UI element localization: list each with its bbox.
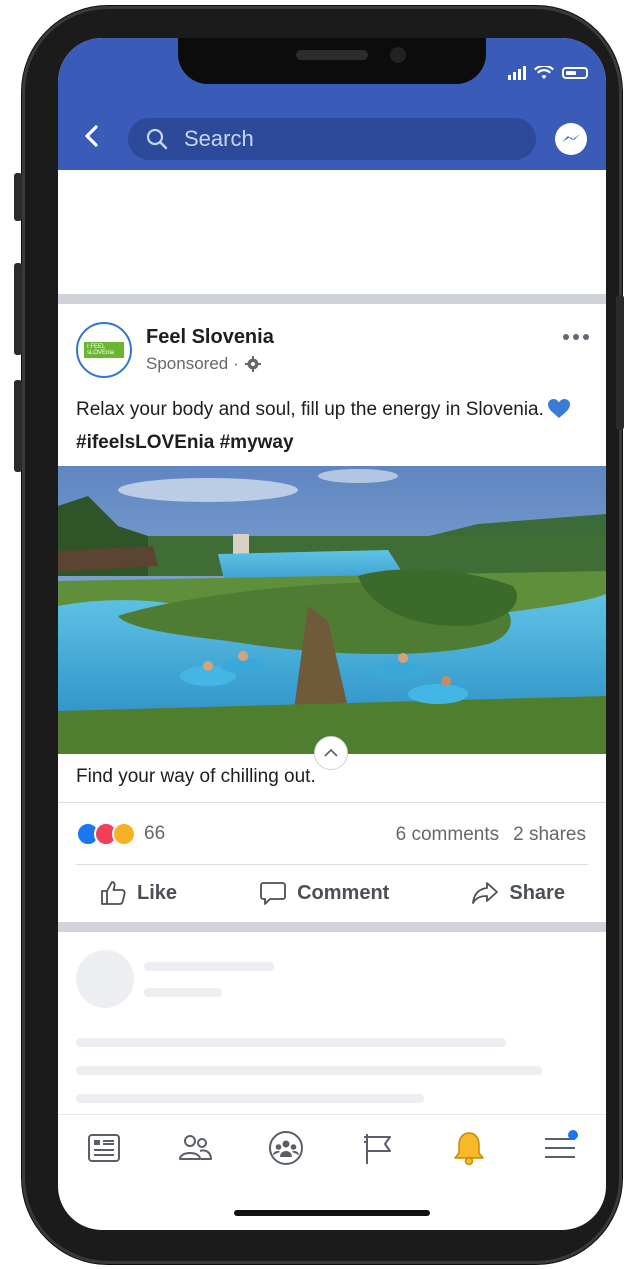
section-divider bbox=[58, 922, 606, 932]
like-label: Like bbox=[137, 881, 178, 904]
chevron-up-icon bbox=[324, 748, 338, 757]
post-body: Relax your body and soul, fill up the en… bbox=[76, 399, 544, 420]
battery-icon bbox=[562, 67, 588, 79]
tab-notifications[interactable] bbox=[449, 1128, 489, 1168]
app-header: Search bbox=[58, 38, 606, 170]
skeleton-line bbox=[76, 1038, 506, 1047]
reaction-summary[interactable]: 66 bbox=[76, 822, 165, 846]
skeleton-line bbox=[144, 988, 222, 997]
like-button[interactable]: Like bbox=[99, 879, 177, 907]
pages-flag-icon bbox=[363, 1134, 391, 1164]
tab-groups[interactable] bbox=[266, 1128, 306, 1168]
volume-up-button bbox=[14, 263, 22, 355]
bottom-tab-bar bbox=[58, 1114, 606, 1181]
blue-heart-icon bbox=[547, 399, 570, 418]
skeleton-line bbox=[76, 1066, 542, 1075]
post-actions: Like Comment Share bbox=[58, 864, 606, 922]
groups-icon bbox=[269, 1131, 304, 1165]
post-stats: 6 comments 2 shares bbox=[396, 824, 586, 846]
divider bbox=[58, 802, 606, 803]
page-avatar[interactable]: I FEEL sLOVEnia bbox=[76, 322, 132, 378]
post-photo-waterpark[interactable] bbox=[58, 466, 606, 754]
comment-button[interactable]: Comment bbox=[259, 879, 389, 907]
wow-reaction-icon bbox=[112, 822, 136, 846]
section-divider bbox=[58, 294, 606, 304]
notch bbox=[178, 38, 486, 84]
tab-pages[interactable] bbox=[358, 1128, 398, 1168]
composer-area bbox=[58, 170, 606, 294]
share-label: Share bbox=[509, 881, 565, 904]
power-button bbox=[616, 295, 624, 430]
messenger-icon[interactable] bbox=[554, 122, 588, 156]
speaker bbox=[296, 50, 368, 60]
front-camera bbox=[390, 47, 406, 63]
feel-slovenia-logo: I FEEL sLOVEnia bbox=[84, 342, 124, 358]
skeleton-line bbox=[76, 1094, 424, 1103]
shares-count[interactable]: 2 shares bbox=[513, 824, 586, 846]
phone-screen: Search I FEEL sLOVEnia Feel Slovenia Spon… bbox=[58, 38, 606, 1230]
page-name[interactable]: Feel Slovenia bbox=[146, 326, 274, 349]
wifi-icon bbox=[534, 66, 554, 79]
tab-news-feed[interactable] bbox=[84, 1128, 124, 1168]
share-button[interactable]: Share bbox=[471, 879, 565, 907]
thumbs-up-icon bbox=[101, 881, 126, 905]
collapse-caption-button[interactable] bbox=[314, 736, 348, 770]
tab-friends[interactable] bbox=[175, 1128, 215, 1168]
reaction-count: 66 bbox=[144, 823, 166, 844]
gear-icon bbox=[244, 356, 261, 372]
mute-switch bbox=[14, 173, 22, 221]
friends-icon bbox=[178, 1135, 212, 1160]
post-hashtags[interactable]: #ifeelsLOVEnia #myway bbox=[76, 432, 294, 453]
skeleton-line bbox=[144, 962, 274, 971]
more-options-icon[interactable] bbox=[562, 333, 590, 341]
back-arrow-icon[interactable] bbox=[80, 124, 104, 148]
comment-icon bbox=[260, 882, 286, 905]
search-icon bbox=[146, 128, 168, 150]
home-indicator[interactable] bbox=[234, 1210, 430, 1216]
search-input[interactable]: Search bbox=[128, 118, 536, 160]
sponsored-label: Sponsored · bbox=[146, 354, 261, 374]
photo-caption: Find your way of chilling out. bbox=[76, 766, 316, 787]
volume-down-button bbox=[14, 380, 22, 472]
sponsored-text: Sponsored · bbox=[146, 354, 239, 373]
status-bar bbox=[508, 66, 588, 80]
skeleton-avatar bbox=[76, 950, 134, 1008]
share-arrow-icon bbox=[472, 882, 499, 904]
news-feed-icon bbox=[87, 1134, 120, 1162]
post-text: Relax your body and soul, fill up the en… bbox=[76, 393, 586, 459]
notifications-bell-icon bbox=[454, 1132, 484, 1166]
comments-count[interactable]: 6 comments bbox=[396, 824, 499, 846]
signal-icon bbox=[508, 66, 526, 80]
search-placeholder: Search bbox=[184, 126, 254, 151]
comment-label: Comment bbox=[297, 881, 390, 904]
tab-menu[interactable] bbox=[540, 1128, 580, 1168]
